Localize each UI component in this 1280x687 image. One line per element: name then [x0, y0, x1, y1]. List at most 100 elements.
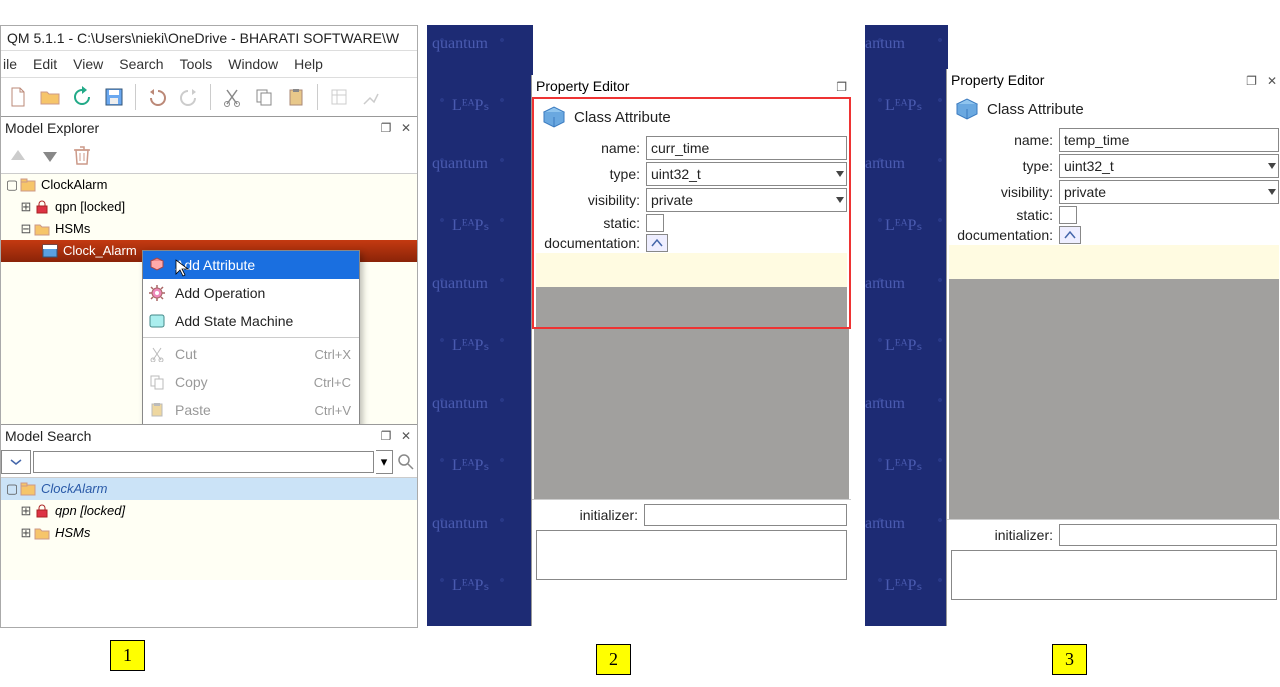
package-icon: [19, 177, 37, 193]
cm-paste[interactable]: Paste Ctrl+V: [143, 396, 359, 424]
copy-icon[interactable]: [249, 82, 279, 112]
highlight-box: Class Attribute name: curr_time type: ui…: [532, 97, 851, 329]
visibility-label: visibility:: [953, 184, 1059, 200]
search-result-label: ClockAlarm: [41, 478, 107, 500]
callout-2: 2: [596, 644, 631, 675]
tool-icon[interactable]: [324, 82, 354, 112]
cm-add-operation[interactable]: Add Operation: [143, 279, 359, 307]
attribute-icon: [143, 251, 171, 279]
cm-shortcut: Ctrl+X: [315, 347, 351, 362]
new-file-icon[interactable]: [3, 82, 33, 112]
grey-spacer: [949, 279, 1279, 519]
open-folder-icon[interactable]: [35, 82, 65, 112]
search-results: ▢ ClockAlarm ⊞ qpn [locked] ⊞ HSMs: [1, 478, 417, 580]
menu-help[interactable]: Help: [292, 51, 325, 77]
property-editor-header: Property Editor ❐: [532, 75, 851, 97]
copy-icon: [143, 368, 171, 396]
documentation-textarea[interactable]: [536, 253, 847, 287]
property-editor-title: Property Editor: [951, 69, 1044, 91]
menu-view[interactable]: View: [71, 51, 105, 77]
menu-file[interactable]: ile: [1, 51, 19, 77]
search-input[interactable]: [33, 451, 374, 473]
initializer-input[interactable]: [1059, 524, 1277, 546]
callout-1: 1: [110, 640, 145, 671]
tree-label: qpn [locked]: [55, 196, 125, 218]
restore-icon[interactable]: ❐: [377, 120, 395, 136]
restore-icon[interactable]: ❐: [377, 428, 395, 444]
cut-icon[interactable]: [217, 82, 247, 112]
gear-icon: [143, 279, 171, 307]
move-down-icon[interactable]: [37, 143, 63, 169]
cm-label: Add Operation: [171, 285, 351, 301]
tool-icon[interactable]: [356, 82, 386, 112]
model-explorer-header: Model Explorer ❐ ✕: [1, 117, 417, 139]
separator: [317, 84, 318, 110]
property-editor-title: Property Editor: [536, 75, 629, 97]
separator: [143, 337, 359, 338]
cm-shortcut: Ctrl+C: [314, 375, 351, 390]
cube-icon: [953, 97, 981, 121]
tree-item-hsms[interactable]: ⊟ HSMs: [1, 218, 417, 240]
cm-add-attribute[interactable]: Add Attribute: [143, 251, 359, 279]
initializer-textarea[interactable]: [951, 550, 1277, 600]
restore-icon[interactable]: ❐: [832, 80, 851, 94]
model-search-title: Model Search: [5, 425, 91, 447]
search-mode-dropdown[interactable]: [1, 450, 31, 474]
paste-icon[interactable]: [281, 82, 311, 112]
static-checkbox[interactable]: [1059, 206, 1077, 224]
move-up-icon[interactable]: [5, 143, 31, 169]
close-icon[interactable]: ✕: [397, 428, 415, 444]
tree-item-qpn[interactable]: ⊞ qpn [locked]: [1, 196, 417, 218]
property-editor-3: Property Editor ❐✕ Class Attribute name:…: [946, 69, 1280, 626]
cm-label: Copy: [171, 374, 314, 390]
close-icon[interactable]: ✕: [1261, 74, 1280, 88]
visibility-combobox[interactable]: private: [1059, 180, 1279, 204]
cm-copy[interactable]: Copy Ctrl+C: [143, 368, 359, 396]
refresh-icon[interactable]: [67, 82, 97, 112]
search-history-dropdown[interactable]: ▾: [376, 450, 393, 474]
documentation-toggle[interactable]: [646, 234, 668, 252]
cm-add-state-machine[interactable]: Add State Machine: [143, 307, 359, 335]
cursor-icon: [175, 259, 189, 277]
redo-icon[interactable]: [174, 82, 204, 112]
menu-search[interactable]: Search: [117, 51, 165, 77]
initializer-input[interactable]: [644, 504, 847, 526]
type-combobox[interactable]: uint32_t: [646, 162, 847, 186]
package-icon: [19, 481, 37, 497]
initializer-label: initializer:: [953, 527, 1059, 543]
lock-icon: [33, 503, 51, 519]
cm-cut[interactable]: Cut Ctrl+X: [143, 340, 359, 368]
tree-label: ClockAlarm: [41, 174, 107, 196]
restore-icon[interactable]: ❐: [1242, 74, 1261, 88]
window-title: QM 5.1.1 - C:\Users\nieki\OneDrive - BHA…: [1, 26, 417, 51]
cm-label: Add Attribute: [171, 257, 351, 273]
visibility-label: visibility:: [540, 192, 646, 208]
search-result-item[interactable]: ⊞ HSMs: [1, 522, 417, 544]
model-search-header: Model Search ❐ ✕: [1, 424, 417, 447]
cm-label: Cut: [171, 346, 315, 362]
initializer-textarea[interactable]: [536, 530, 847, 580]
save-icon[interactable]: [99, 82, 129, 112]
search-result-item[interactable]: ▢ ClockAlarm: [1, 478, 417, 500]
undo-icon[interactable]: [142, 82, 172, 112]
name-input[interactable]: curr_time: [646, 136, 847, 160]
documentation-textarea[interactable]: [949, 245, 1279, 279]
tree-root[interactable]: ▢ ClockAlarm: [1, 174, 417, 196]
search-result-item[interactable]: ⊞ qpn [locked]: [1, 500, 417, 522]
menu-edit[interactable]: Edit: [31, 51, 59, 77]
name-input[interactable]: temp_time: [1059, 128, 1279, 152]
trash-icon[interactable]: [69, 143, 95, 169]
explorer-toolbar: [1, 139, 417, 174]
static-checkbox[interactable]: [646, 214, 664, 232]
documentation-toggle[interactable]: [1059, 226, 1081, 244]
static-label: static:: [953, 207, 1059, 223]
type-combobox[interactable]: uint32_t: [1059, 154, 1279, 178]
search-go-icon[interactable]: [395, 451, 417, 473]
context-menu: Add Attribute Add Operation Add State Ma…: [142, 250, 360, 424]
separator: [210, 84, 211, 110]
menu-tools[interactable]: Tools: [178, 51, 215, 77]
close-icon[interactable]: ✕: [397, 120, 415, 136]
menu-window[interactable]: Window: [226, 51, 280, 77]
class-attribute-label: Class Attribute: [987, 101, 1084, 118]
visibility-combobox[interactable]: private: [646, 188, 847, 212]
